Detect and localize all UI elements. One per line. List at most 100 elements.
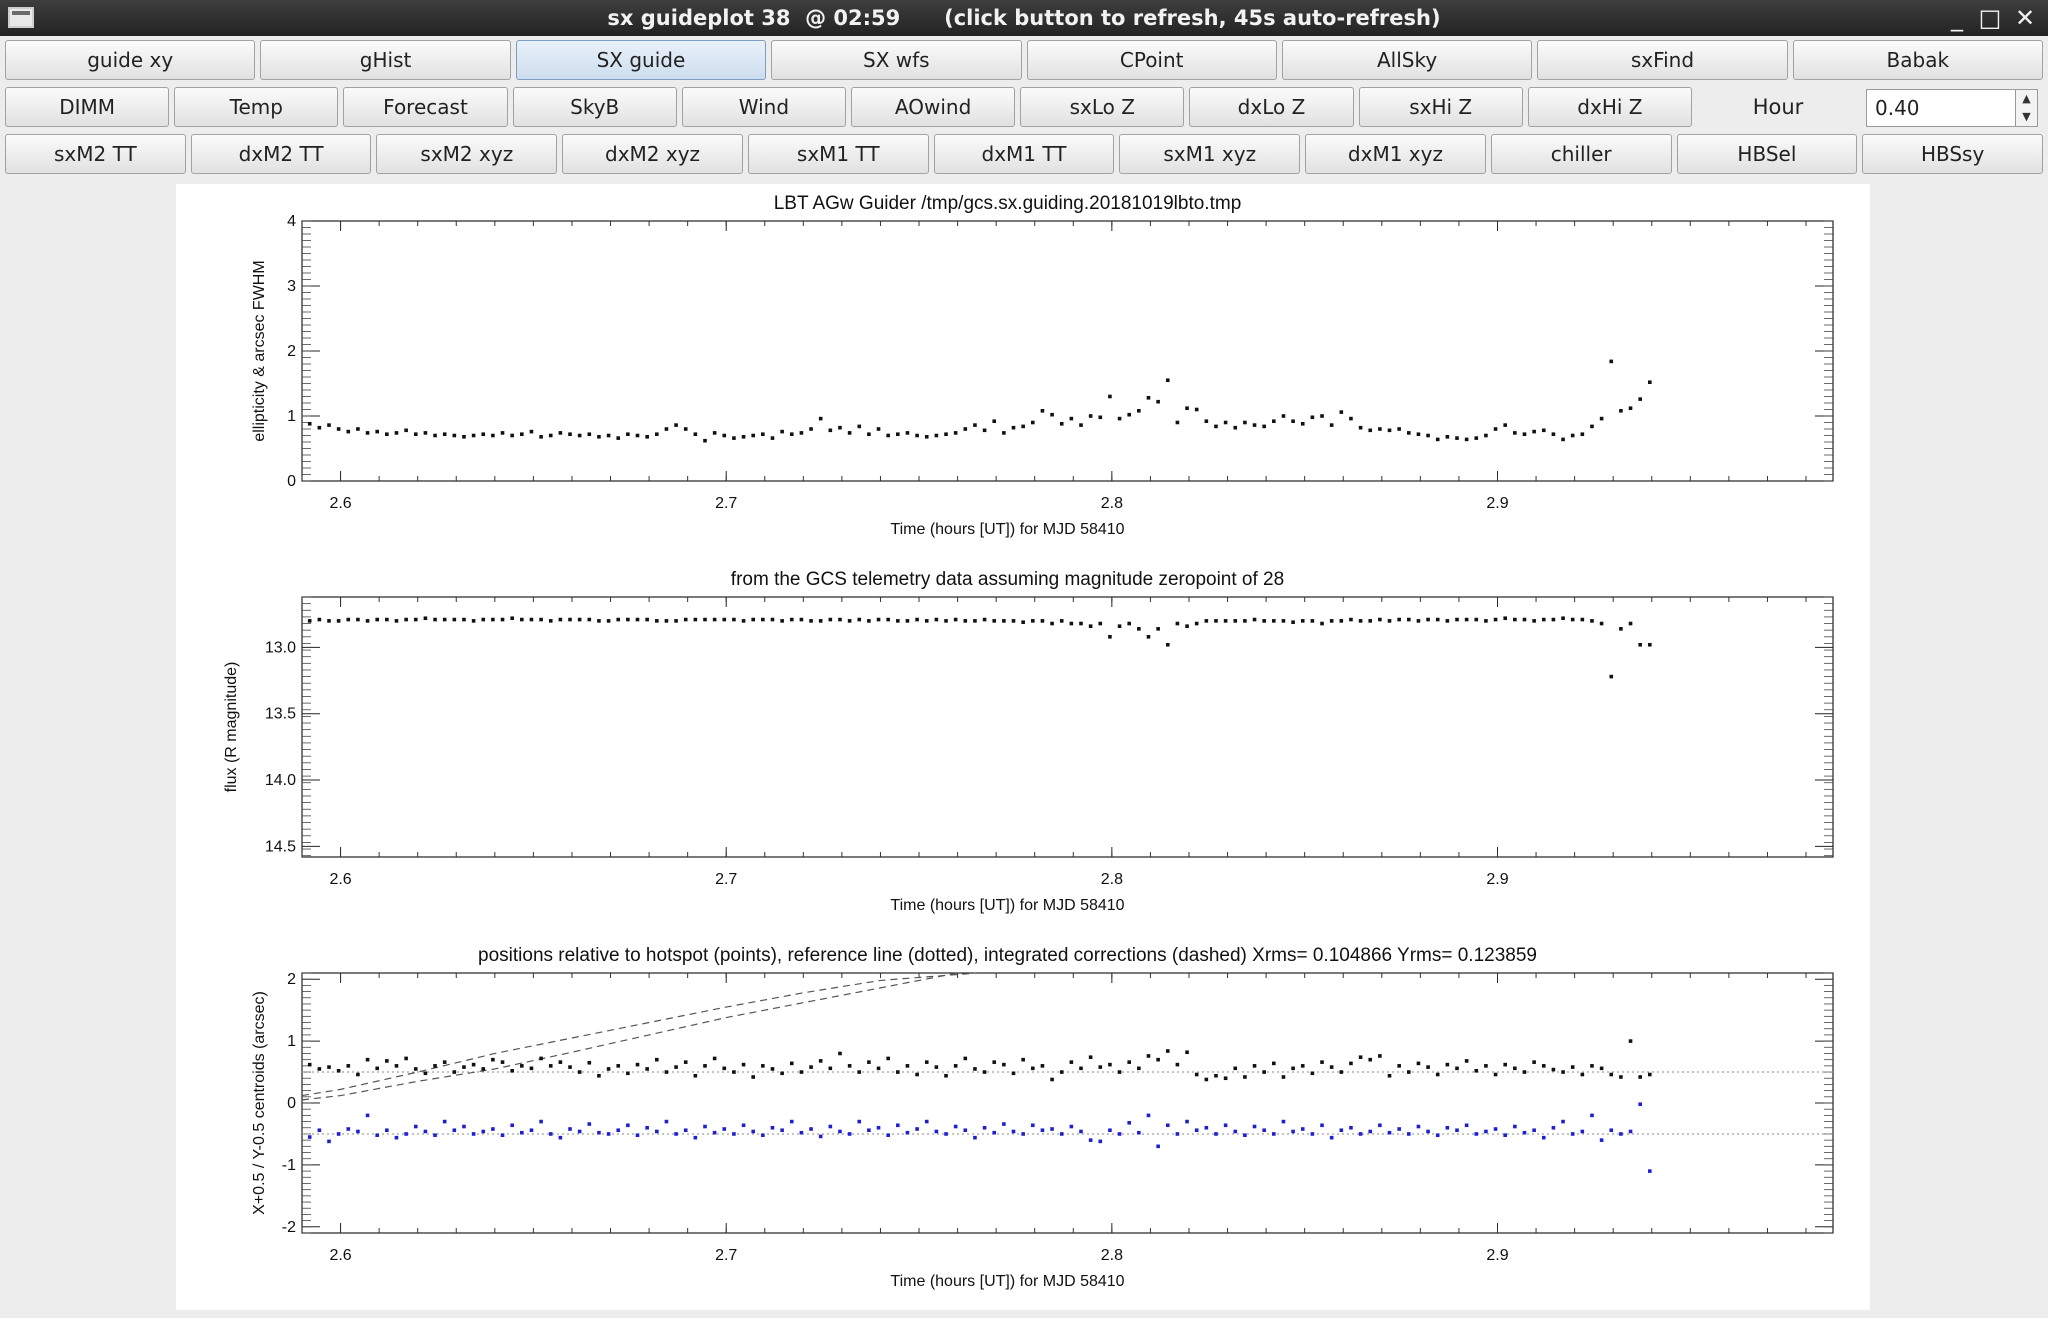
data-point bbox=[1435, 1072, 1440, 1077]
hour-input[interactable] bbox=[1866, 89, 2016, 127]
data-point bbox=[433, 1133, 437, 1137]
x-axis-label-2: Time (hours [UT]) for MJD 58410 bbox=[890, 1273, 1124, 1290]
button-sx-wfs[interactable]: SX wfs bbox=[771, 40, 1022, 80]
button-sxhi-z[interactable]: sxHi Z bbox=[1358, 87, 1523, 127]
button-allsky[interactable]: AllSky bbox=[1281, 40, 1533, 80]
data-point bbox=[1252, 1064, 1257, 1068]
button-hbssy[interactable]: HBSsy bbox=[1862, 134, 2043, 174]
button-cpoint[interactable]: CPoint bbox=[1026, 40, 1277, 80]
data-point bbox=[722, 1066, 727, 1071]
button-dxm2-xyz[interactable]: dxM2 xyz bbox=[562, 134, 743, 174]
data-point bbox=[1310, 415, 1315, 420]
data-point bbox=[799, 617, 804, 622]
button-guide-xy[interactable]: guide xy bbox=[5, 40, 256, 80]
button-temp[interactable]: Temp bbox=[174, 87, 339, 127]
data-point bbox=[1513, 617, 1517, 622]
button-sxfind[interactable]: sxFind bbox=[1537, 40, 1788, 80]
data-point bbox=[722, 617, 727, 622]
data-point bbox=[703, 1124, 707, 1129]
data-point bbox=[1127, 412, 1132, 417]
toolbar-row-1: guide xy gHist SX guide SX wfs CPoint AllSky s… bbox=[0, 38, 2048, 82]
button-babak[interactable]: Babak bbox=[1792, 40, 2043, 80]
button-skyb[interactable]: SkyB bbox=[512, 87, 677, 127]
data-point bbox=[606, 619, 611, 623]
button-sxlo-z[interactable]: sxLo Z bbox=[1020, 87, 1185, 127]
data-point bbox=[385, 617, 389, 622]
data-point bbox=[934, 1129, 939, 1134]
data-point bbox=[1339, 410, 1344, 414]
button-sxm1-xyz[interactable]: sxM1 xyz bbox=[1119, 134, 1301, 174]
data-point bbox=[1320, 414, 1324, 418]
y-tick-label-4: 4 bbox=[287, 213, 296, 230]
data-point bbox=[828, 1066, 833, 1071]
button-dxm2-tt[interactable]: dxM2 TT bbox=[190, 134, 372, 174]
data-point bbox=[963, 619, 968, 623]
y-tick-label-14.5: 14.5 bbox=[265, 838, 296, 855]
hour-spinner[interactable]: ▲ ▼ bbox=[2016, 89, 2038, 127]
button-forecast[interactable]: Forecast bbox=[343, 87, 508, 127]
data-point bbox=[346, 1127, 351, 1131]
data-point bbox=[896, 1070, 900, 1074]
data-point bbox=[693, 1073, 698, 1078]
data-point bbox=[413, 617, 418, 622]
button-dxhi-z[interactable]: dxHi Z bbox=[1527, 87, 1692, 127]
data-point bbox=[346, 1064, 351, 1068]
data-point bbox=[944, 619, 948, 623]
maximize-icon[interactable]: □ bbox=[1975, 2, 2005, 34]
data-point bbox=[327, 1139, 331, 1144]
button-wind[interactable]: Wind bbox=[681, 87, 846, 127]
data-point bbox=[548, 1064, 553, 1068]
data-point bbox=[539, 617, 543, 622]
close-icon[interactable]: ✕ bbox=[2010, 2, 2040, 34]
spin-down-icon[interactable]: ▼ bbox=[2016, 108, 2037, 126]
data-point bbox=[365, 431, 370, 435]
data-point bbox=[1011, 1071, 1016, 1076]
button-dxm1-xyz[interactable]: dxM1 xyz bbox=[1305, 134, 1486, 174]
data-point bbox=[471, 619, 476, 623]
button-dxlo-z[interactable]: dxLo Z bbox=[1189, 87, 1354, 127]
data-point bbox=[1165, 642, 1170, 647]
data-point bbox=[1628, 1129, 1633, 1134]
data-point bbox=[896, 1123, 900, 1128]
data-point bbox=[606, 433, 611, 438]
data-point bbox=[1493, 427, 1498, 431]
data-point bbox=[404, 428, 408, 433]
data-point bbox=[847, 1132, 852, 1136]
button-sxm2-tt[interactable]: sxM2 TT bbox=[5, 134, 186, 174]
data-point bbox=[1291, 620, 1295, 625]
data-point bbox=[1580, 1072, 1585, 1077]
data-point bbox=[973, 619, 977, 623]
data-point bbox=[385, 432, 389, 436]
spin-up-icon[interactable]: ▲ bbox=[2016, 90, 2037, 108]
data-point bbox=[616, 436, 621, 440]
data-point bbox=[780, 1128, 784, 1133]
data-point bbox=[654, 1057, 659, 1062]
data-point bbox=[1310, 1071, 1315, 1076]
y-tick-label-14.0: 14.0 bbox=[265, 772, 296, 789]
data-point bbox=[558, 617, 563, 622]
data-point bbox=[1513, 1066, 1517, 1071]
data-point bbox=[896, 619, 900, 623]
button-chiller[interactable]: chiller bbox=[1490, 134, 1672, 174]
button-hbsel[interactable]: HBSel bbox=[1676, 134, 1858, 174]
minimize-icon[interactable]: _ bbox=[1942, 2, 1972, 34]
button-dxm1-tt[interactable]: dxM1 TT bbox=[933, 134, 1115, 174]
plot-title-1: from the GCS telemetry data assuming mag… bbox=[731, 569, 1284, 590]
data-point bbox=[1541, 428, 1546, 433]
data-point bbox=[924, 619, 929, 623]
data-point bbox=[1445, 1062, 1450, 1067]
data-point bbox=[732, 1070, 736, 1074]
data-point bbox=[703, 438, 707, 443]
button-sxm1-tt[interactable]: sxM1 TT bbox=[747, 134, 929, 174]
guide-plots: LBT AGw Guider /tmp/gcs.sx.guiding.20181… bbox=[223, 193, 1834, 1290]
button-sxm2-xyz[interactable]: sxM2 xyz bbox=[376, 134, 558, 174]
data-point bbox=[1050, 412, 1054, 417]
button-aowind[interactable]: AOwind bbox=[851, 87, 1016, 127]
data-point bbox=[1204, 619, 1209, 623]
button-dimm[interactable]: DIMM bbox=[5, 87, 170, 127]
button-sx-guide[interactable]: SX guide bbox=[515, 40, 767, 80]
data-point bbox=[1223, 1123, 1228, 1128]
data-point bbox=[1243, 1133, 1247, 1137]
data-point bbox=[404, 617, 408, 622]
button-ghist[interactable]: gHist bbox=[260, 40, 511, 80]
